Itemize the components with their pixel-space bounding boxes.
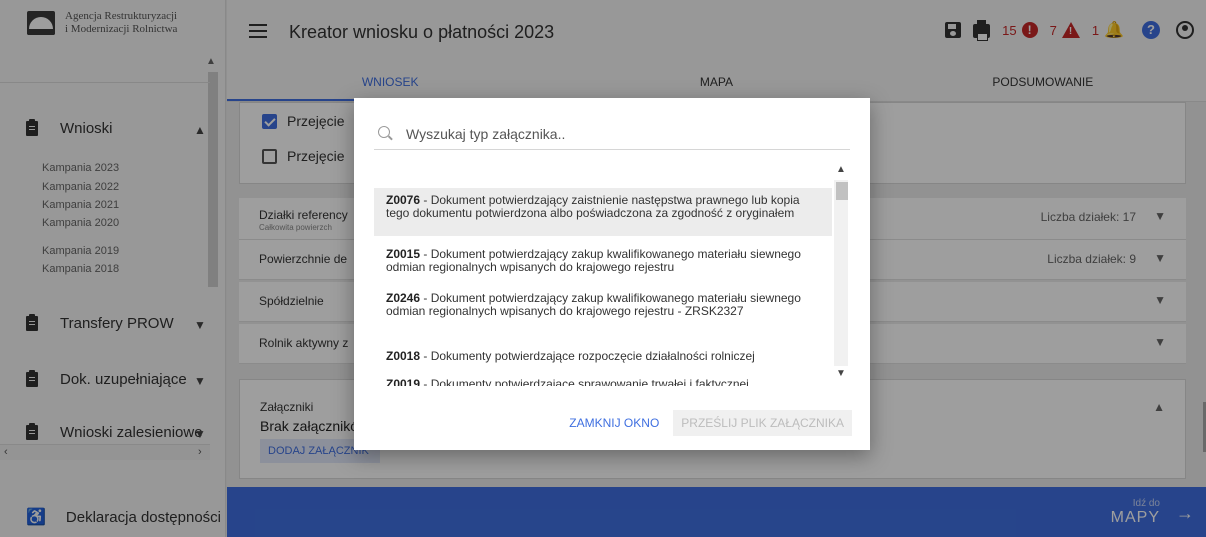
list-scrollbar-track[interactable] [834,180,848,366]
dialog-actions: ZAMKNIJ OKNO PRZEŚLIJ PLIK ZAŁĄCZNIKA [559,410,852,436]
item-description: - Dokumenty potwierdzające rozpoczęcie d… [420,349,755,363]
scroll-up-icon[interactable]: ▲ [836,164,846,175]
item-description: - Dokument potwierdzający zakup kwalifik… [386,291,801,318]
list-item-z0246[interactable]: Z0246 - Dokument potwierdzający zakup kw… [374,286,832,324]
item-code: Z0246 [386,291,421,305]
item-description: - Dokument potwierdzający zakup kwalifik… [386,247,801,274]
list-scrollbar-thumb[interactable] [836,182,848,200]
list-item-z0076[interactable]: Z0076 - Dokument potwierdzający zaistnie… [374,188,832,236]
item-code: Z0015 [386,247,421,261]
attachment-type-dialog: Z0076 - Dokument potwierdzający zaistnie… [354,98,870,450]
scroll-down-icon[interactable]: ▼ [836,368,846,379]
item-code: Z0019 [386,377,421,387]
upload-attachment-button[interactable]: PRZEŚLIJ PLIK ZAŁĄCZNIKA [673,410,852,436]
item-description: - Dokument potwierdzający zaistnienie na… [386,193,800,220]
list-item-z0019[interactable]: Z0019 - Dokumenty potwierdzające sprawow… [374,372,832,387]
item-code: Z0018 [386,349,421,363]
list-item-z0018[interactable]: Z0018 - Dokumenty potwierdzające rozpocz… [374,344,832,369]
attachment-search [374,118,850,150]
attachment-type-list: Z0076 - Dokument potwierdzający zaistnie… [374,162,852,386]
item-description: - Dokumenty potwierdzające sprawowanie t… [420,377,749,387]
search-icon [378,126,390,138]
item-code: Z0076 [386,193,421,207]
list-item-z0015[interactable]: Z0015 - Dokument potwierdzający zakup kw… [374,242,832,280]
close-dialog-button[interactable]: ZAMKNIJ OKNO [559,410,669,436]
search-input[interactable] [406,122,826,146]
